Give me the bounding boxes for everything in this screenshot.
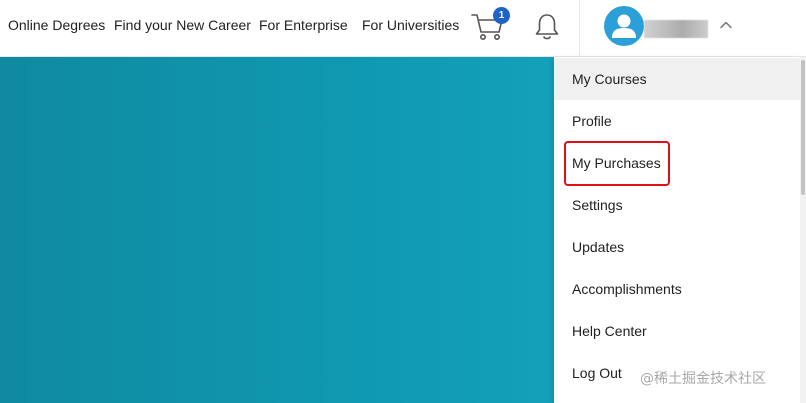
page: Online Degrees Find your New Career For … <box>0 0 806 403</box>
scrollbar-thumb[interactable] <box>801 60 805 195</box>
bell-icon[interactable] <box>533 12 561 42</box>
nav-link-for-universities[interactable]: For Universities <box>362 16 459 34</box>
nav-link-for-enterprise[interactable]: For Enterprise <box>259 16 348 34</box>
chevron-up-icon[interactable] <box>719 18 733 32</box>
menu-item-my-courses[interactable]: My Courses <box>554 58 800 100</box>
user-avatar-icon[interactable] <box>604 6 644 46</box>
menu-item-settings[interactable]: Settings <box>554 184 800 226</box>
menu-item-updates[interactable]: Updates <box>554 226 800 268</box>
menu-item-help-center[interactable]: Help Center <box>554 310 800 352</box>
nav-link-online-degrees[interactable]: Online Degrees <box>8 16 105 34</box>
watermark-text: @稀土掘金技术社区 <box>640 371 766 387</box>
nav-link-find-new-career[interactable]: Find your New Career <box>114 16 251 34</box>
cart-count-badge: 1 <box>493 7 510 24</box>
menu-item-accomplishments[interactable]: Accomplishments <box>554 268 800 310</box>
nav-divider <box>579 0 580 57</box>
user-dropdown-menu: My Courses Profile My Purchases Settings… <box>554 57 800 403</box>
username-redacted <box>644 20 708 38</box>
menu-item-profile[interactable]: Profile <box>554 100 800 142</box>
menu-item-my-purchases[interactable]: My Purchases <box>554 142 800 184</box>
top-navigation-bar: Online Degrees Find your New Career For … <box>0 0 806 57</box>
